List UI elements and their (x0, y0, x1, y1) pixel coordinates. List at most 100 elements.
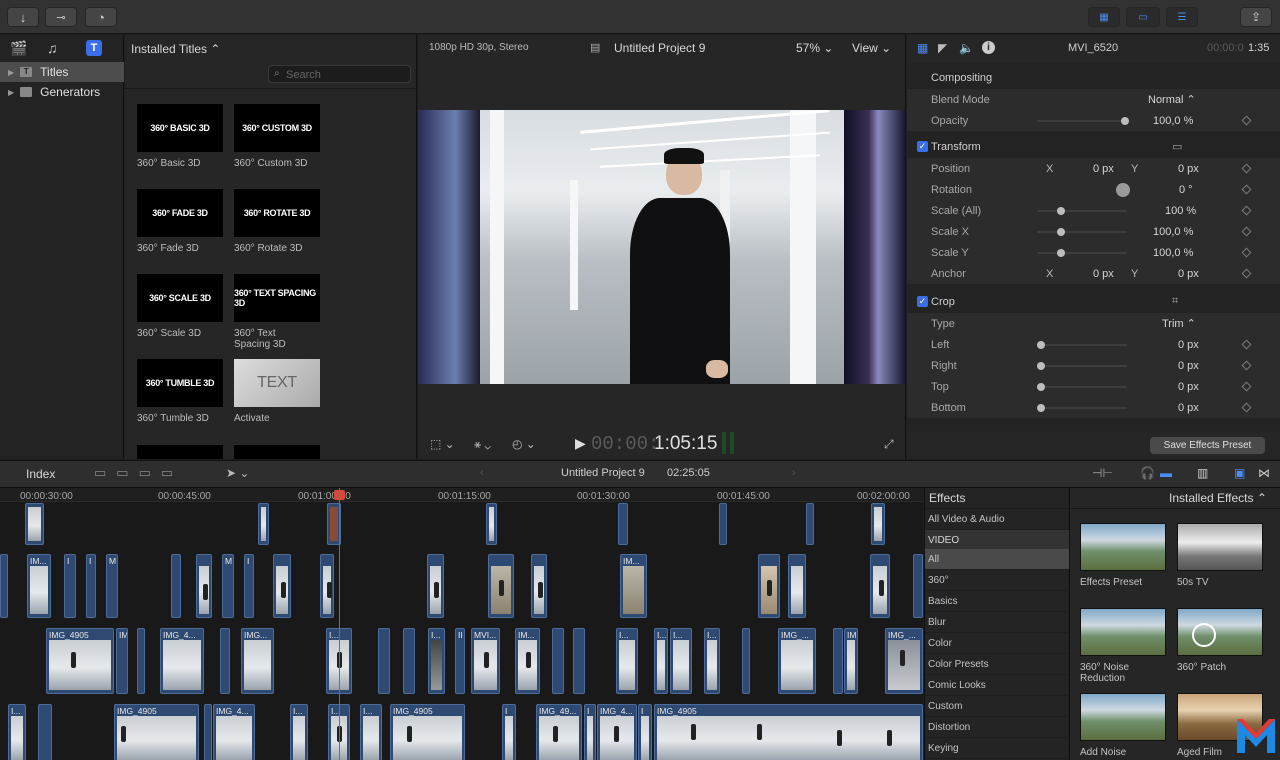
category-item[interactable]: Comic Looks (925, 675, 1069, 696)
timeline-clip[interactable] (833, 628, 843, 694)
playhead[interactable] (339, 488, 340, 760)
timeline-clip[interactable]: I... (704, 628, 720, 694)
timeline-clip[interactable] (552, 628, 564, 694)
share-button[interactable]: ⇪ (1240, 7, 1272, 27)
timeline-clip[interactable]: I (86, 554, 96, 618)
transform-checkbox[interactable]: ✓ (917, 141, 928, 152)
timeline-clip[interactable]: IM (844, 628, 858, 694)
effects-browser-icon[interactable]: ▣ (1234, 466, 1245, 480)
audio-skimming-icon[interactable]: 🎧 (1140, 466, 1155, 480)
timeline-clip[interactable] (196, 554, 212, 618)
title-item[interactable]: 360° FADE 3D 360° Fade 3D (137, 189, 227, 254)
effect-item[interactable]: Effects Preset (1080, 523, 1175, 588)
opacity-value[interactable]: 100,0 % (1153, 115, 1193, 127)
category-item[interactable]: Basics (925, 591, 1069, 612)
category-item[interactable]: Color (925, 633, 1069, 654)
browser-header[interactable]: Installed Titles ⌃ (131, 42, 220, 56)
sidebar-item-titles[interactable]: ▶ T Titles (0, 62, 124, 82)
timeline-clip[interactable] (719, 503, 727, 545)
category-item[interactable]: Custom (925, 696, 1069, 717)
timeline-clip[interactable]: IM (116, 628, 128, 694)
disclosure-icon[interactable]: ▶ (8, 88, 14, 97)
effect-item[interactable]: Add Noise (1080, 693, 1175, 758)
timeline-clip[interactable] (573, 628, 585, 694)
rotation-dial[interactable] (1116, 182, 1130, 197)
timeline-clip[interactable]: IMG_4905 (114, 704, 199, 760)
timeline-clip[interactable] (758, 554, 780, 618)
timeline-clip[interactable]: IMG_4905 (654, 704, 923, 760)
category-item[interactable]: Color Presets (925, 654, 1069, 675)
scale-x-slider[interactable] (1037, 228, 1127, 236)
timeline-clip[interactable] (25, 503, 44, 545)
timeline-clip[interactable]: I... (616, 628, 638, 694)
timeline-clip[interactable]: I (638, 704, 652, 760)
installed-effects-menu[interactable]: Installed Effects ⌃ (1169, 491, 1267, 505)
keyframe-icon[interactable] (1241, 163, 1252, 174)
scale-all-slider[interactable] (1037, 207, 1127, 215)
category-item[interactable]: All (925, 549, 1069, 570)
edit-buttons[interactable]: ▭▭▭▭ (94, 465, 183, 481)
timeline-clip[interactable] (258, 503, 269, 545)
timeline-clip[interactable]: I... (670, 628, 692, 694)
zoom-menu[interactable]: 57% ⌄ (796, 41, 833, 55)
keyframe-icon[interactable] (1241, 184, 1252, 195)
timeline-clip[interactable] (870, 554, 890, 618)
title-item[interactable]: 360° ROTATE 3D 360° Rotate 3D (234, 189, 324, 254)
snapping-icon[interactable]: ▬ (1160, 466, 1172, 480)
timeline-clip[interactable]: IMG... (241, 628, 274, 694)
timeline-clip[interactable] (137, 628, 145, 694)
timeline-clip[interactable]: M (106, 554, 118, 618)
timeline-clip[interactable]: IMG_4905 (390, 704, 465, 760)
skimming-icon[interactable]: ⊣⊢ (1092, 466, 1113, 480)
photos-tab-icon[interactable]: 🎬 (10, 40, 27, 57)
timeline-clip[interactable] (871, 503, 885, 545)
keyframe-icon[interactable] (1241, 268, 1252, 279)
music-tab-icon[interactable]: ♫ (47, 40, 58, 56)
scale-y-slider[interactable] (1037, 249, 1127, 257)
timeline-clip[interactable]: I... (360, 704, 382, 760)
timeline-toggle-button[interactable]: ▭ (1126, 7, 1160, 27)
position-x[interactable]: 0 px (1093, 163, 1114, 175)
timeline-clip[interactable] (531, 554, 547, 618)
background-tasks-button[interactable]: ◔ (85, 7, 117, 27)
timeline-clip[interactable] (486, 503, 497, 545)
effect-item[interactable]: 360° Patch (1177, 608, 1272, 673)
transform-tool-menu[interactable]: ⬚ ⌄ (430, 437, 455, 451)
crop-top-slider[interactable] (1037, 383, 1127, 391)
timeline-clip[interactable]: IM... (27, 554, 51, 618)
anchor-y[interactable]: 0 px (1178, 268, 1199, 280)
timeline-clip[interactable] (378, 628, 390, 694)
disclosure-icon[interactable]: ▶ (8, 68, 14, 77)
position-y[interactable]: 0 px (1178, 163, 1199, 175)
timeline-clip[interactable]: IMG_4... (597, 704, 637, 760)
effect-item[interactable]: 50s TV (1177, 523, 1272, 588)
timeline-clip[interactable] (427, 554, 444, 618)
video-inspector-icon[interactable]: ▦ (917, 41, 928, 55)
save-effects-preset-button[interactable]: Save Effects Preset (1150, 437, 1265, 454)
timeline-clip[interactable]: I (584, 704, 596, 760)
keywords-button[interactable]: ⊸ (45, 7, 77, 27)
sidebar-item-generators[interactable]: ▶ Generators (0, 82, 124, 102)
timeline-clip[interactable]: IMG_4... (213, 704, 255, 760)
keyframe-icon[interactable] (1241, 205, 1252, 216)
timeline-clip[interactable]: MVI... (471, 628, 500, 694)
timeline-clip[interactable] (320, 554, 334, 618)
timeline[interactable]: 00:00:30:00 00:00:45:00 00:01:00:00 00:0… (0, 488, 923, 760)
keyframe-icon[interactable] (1241, 115, 1252, 126)
keyframe-icon[interactable] (1241, 402, 1252, 413)
playhead-handle[interactable] (334, 490, 345, 500)
timeline-clip[interactable] (618, 503, 628, 545)
timeline-clip[interactable] (204, 704, 212, 760)
transform-onscreen-icon[interactable]: ▭ (1172, 140, 1182, 153)
category-item[interactable]: Blur (925, 612, 1069, 633)
timeline-clip[interactable] (913, 554, 923, 618)
title-item[interactable]: 360° CUSTOM 3D 360° Custom 3D (234, 104, 324, 169)
title-item[interactable]: 360° SCALE 3D 360° Scale 3D (137, 274, 227, 339)
history-back-icon[interactable]: ‹ (480, 467, 484, 479)
inspector-toggle-button[interactable]: ☰ (1166, 7, 1198, 27)
timeline-clip[interactable]: I... (654, 628, 668, 694)
title-item[interactable]: 360° TUMBLE 3D 360° Tumble 3D (137, 359, 227, 424)
timeline-clip[interactable]: II (455, 628, 465, 694)
timeline-clip[interactable]: I... (428, 628, 445, 694)
timeline-clip[interactable] (220, 628, 230, 694)
